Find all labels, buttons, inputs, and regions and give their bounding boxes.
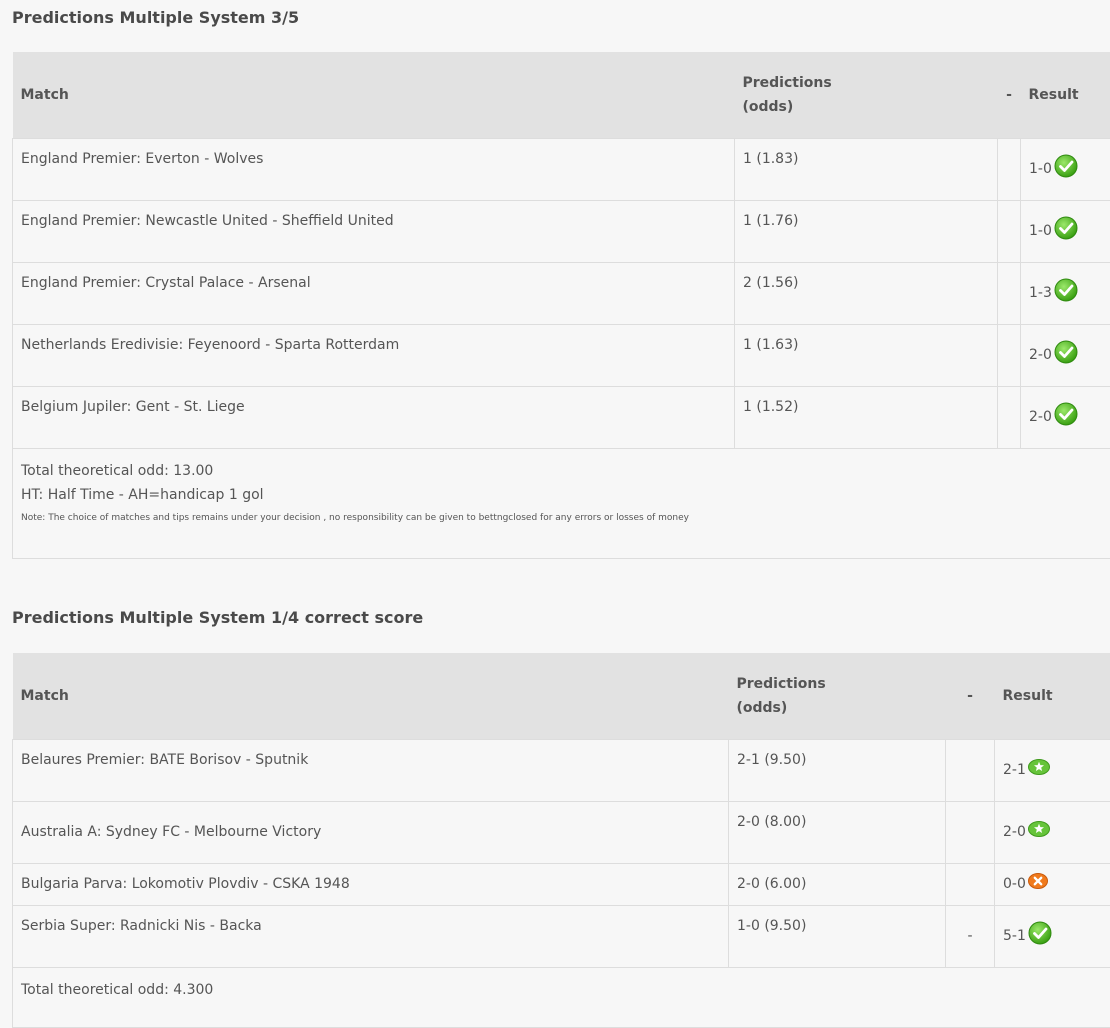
- match-cell: England Premier: Newcastle United - Shef…: [13, 200, 735, 262]
- legend-text: HT: Half Time - AH=handicap 1 gol: [21, 483, 1102, 507]
- total-odd-text: Total theoretical odd: 4.300: [21, 978, 1102, 1002]
- check-icon: [1054, 216, 1078, 246]
- prediction-cell: 2-1 (9.50): [729, 739, 946, 801]
- star-icon: [1028, 759, 1050, 781]
- result-cell: 2-0: [1021, 324, 1110, 386]
- table-row: England Premier: Newcastle United - Shef…: [13, 200, 1110, 262]
- result-score: 2-1: [1003, 762, 1026, 778]
- result-score: 1-0: [1029, 223, 1052, 239]
- prediction-cell: 1 (1.76): [735, 200, 998, 262]
- table-row: Australia A: Sydney FC - Melbourne Victo…: [13, 801, 1110, 863]
- dash-cell: [998, 324, 1021, 386]
- table-row: England Premier: Crystal Palace - Arsena…: [13, 262, 1110, 324]
- disclaimer-note: Note: The choice of matches and tips rem…: [21, 511, 1102, 525]
- table-row: England Premier: Everton - Wolves1 (1.83…: [13, 138, 1110, 200]
- result-cell: 5-1: [995, 905, 1110, 967]
- dash-cell: [998, 200, 1021, 262]
- cross-icon: [1028, 873, 1048, 895]
- result-score: 5-1: [1003, 928, 1026, 944]
- result-score: 1-3: [1029, 285, 1052, 301]
- result-score: 2-0: [1029, 409, 1052, 425]
- prediction-cell: 1 (1.63): [735, 324, 998, 386]
- odds-header-label: (odds): [737, 696, 938, 720]
- match-cell: Australia A: Sydney FC - Melbourne Victo…: [13, 801, 729, 863]
- dash-cell: [946, 739, 995, 801]
- predictions-header-label: Predictions: [737, 672, 938, 696]
- predictions-header-label: Predictions: [743, 71, 990, 95]
- match-cell: England Premier: Crystal Palace - Arsena…: [13, 262, 735, 324]
- column-header-predictions: Predictions (odds): [729, 653, 946, 739]
- result-score: 2-0: [1003, 824, 1026, 840]
- match-cell: Netherlands Eredivisie: Feyenoord - Spar…: [13, 324, 735, 386]
- prediction-cell: 2-0 (6.00): [729, 863, 946, 905]
- table-row: Belgium Jupiler: Gent - St. Liege1 (1.52…: [13, 386, 1110, 448]
- dash-cell: [946, 801, 995, 863]
- check-icon: [1054, 340, 1078, 370]
- section-title: Predictions Multiple System 3/5: [12, 8, 299, 28]
- column-header-dash: -: [946, 653, 995, 739]
- result-score: 1-0: [1029, 161, 1052, 177]
- column-header-match: Match: [13, 653, 729, 739]
- check-icon: [1054, 402, 1078, 432]
- result-cell: 2-0: [1021, 386, 1110, 448]
- table-row: Netherlands Eredivisie: Feyenoord - Spar…: [13, 324, 1110, 386]
- check-icon: [1028, 921, 1052, 951]
- table-row: Serbia Super: Radnicki Nis - Backa1-0 (9…: [13, 905, 1110, 967]
- result-cell: 0-0: [995, 863, 1110, 905]
- prediction-cell: 1 (1.83): [735, 138, 998, 200]
- column-header-dash: -: [998, 52, 1021, 138]
- check-icon: [1054, 154, 1078, 184]
- prediction-cell: 1-0 (9.50): [729, 905, 946, 967]
- dash-cell: [998, 138, 1021, 200]
- column-header-predictions: Predictions (odds): [735, 52, 998, 138]
- table-row: Bulgaria Parva: Lokomotiv Plovdiv - CSKA…: [13, 863, 1110, 905]
- check-icon: [1054, 278, 1078, 308]
- total-cell: Total theoretical odd: 4.300: [13, 967, 1110, 1027]
- prediction-cell: 2 (1.56): [735, 262, 998, 324]
- star-icon: [1028, 821, 1050, 843]
- result-cell: 2-1: [995, 739, 1110, 801]
- result-cell: 1-3: [1021, 262, 1110, 324]
- result-cell: 2-0: [995, 801, 1110, 863]
- result-score: 2-0: [1029, 347, 1052, 363]
- column-header-result: Result: [1021, 52, 1110, 138]
- section-title: Predictions Multiple System 1/4 correct …: [12, 608, 423, 628]
- result-score: 0-0: [1003, 876, 1026, 892]
- column-header-match: Match: [13, 52, 735, 138]
- odds-header-label: (odds): [743, 95, 990, 119]
- match-cell: England Premier: Everton - Wolves: [13, 138, 735, 200]
- result-cell: 1-0: [1021, 200, 1110, 262]
- total-odd-text: Total theoretical odd: 13.00: [21, 459, 1102, 483]
- match-cell: Serbia Super: Radnicki Nis - Backa: [13, 905, 729, 967]
- result-cell: 1-0: [1021, 138, 1110, 200]
- dash-cell: [998, 262, 1021, 324]
- match-cell: Belaures Premier: BATE Borisov - Sputnik: [13, 739, 729, 801]
- predictions-table: Match Predictions (odds) - Result Belaur…: [12, 653, 1110, 1028]
- prediction-cell: 1 (1.52): [735, 386, 998, 448]
- match-cell: Belgium Jupiler: Gent - St. Liege: [13, 386, 735, 448]
- dash-cell: [998, 386, 1021, 448]
- prediction-cell: 2-0 (8.00): [729, 801, 946, 863]
- predictions-table: Match Predictions (odds) - Result Englan…: [12, 52, 1110, 559]
- table-row: Belaures Premier: BATE Borisov - Sputnik…: [13, 739, 1110, 801]
- match-cell: Bulgaria Parva: Lokomotiv Plovdiv - CSKA…: [13, 863, 729, 905]
- dash-cell: [946, 863, 995, 905]
- column-header-result: Result: [995, 653, 1110, 739]
- dash-cell: -: [946, 905, 995, 967]
- total-cell: Total theoretical odd: 13.00 HT: Half Ti…: [13, 448, 1110, 558]
